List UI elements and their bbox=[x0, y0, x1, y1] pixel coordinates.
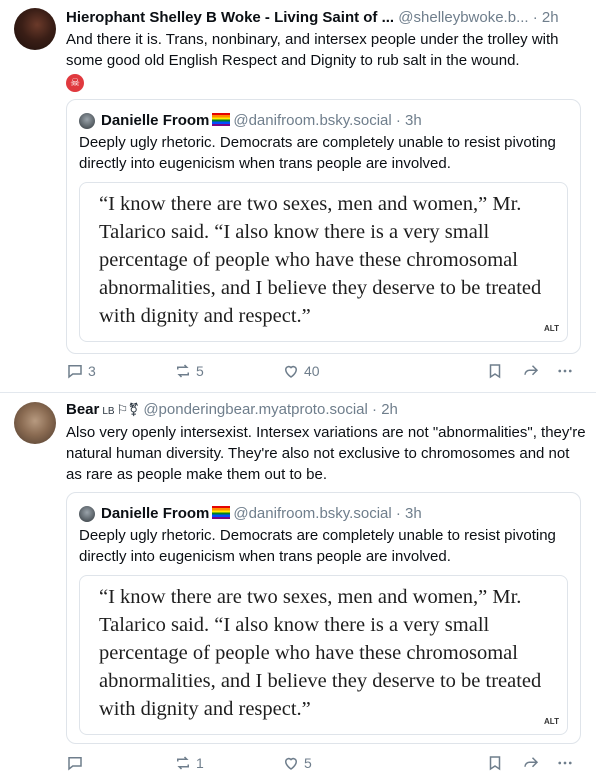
post-time[interactable]: 2h bbox=[381, 401, 398, 418]
separator-dot: · bbox=[372, 401, 378, 418]
rainbow-flag-icon bbox=[212, 113, 231, 126]
author-handle[interactable]: @ponderingbear.myatproto.social bbox=[143, 401, 368, 418]
author-avatar[interactable] bbox=[14, 8, 56, 50]
quote-author-name: Danielle Froom bbox=[101, 112, 210, 129]
alt-badge[interactable]: ALT bbox=[542, 716, 561, 727]
repost-icon bbox=[177, 364, 189, 378]
alt-badge[interactable]: ALT bbox=[542, 323, 561, 334]
quoted-post[interactable]: Danielle Froom @danifroom.bsky.social · 3… bbox=[66, 492, 581, 744]
repost-button[interactable]: 5 bbox=[174, 359, 204, 383]
quote-header: Danielle Froom @danifroom.bsky.social · 3… bbox=[101, 110, 422, 131]
post-header: Bear LB ⚐⚧ @ponderingbear.myatproto.social… bbox=[66, 400, 584, 420]
quote-time: 3h bbox=[405, 112, 422, 129]
separator-dot: · bbox=[532, 9, 538, 26]
share-icon bbox=[524, 757, 539, 768]
bookmark-button[interactable] bbox=[486, 751, 504, 775]
quote-time: 3h bbox=[405, 505, 422, 522]
quote-author-handle: @danifroom.bsky.social bbox=[233, 112, 392, 129]
quote-author-avatar bbox=[79, 113, 95, 129]
rainbow-flag-icon bbox=[212, 506, 231, 519]
devil-emoji-icon: ☠ bbox=[66, 74, 84, 92]
feed-post[interactable]: Bear LB ⚐⚧ @ponderingbear.myatproto.social… bbox=[0, 394, 596, 784]
bookmark-button[interactable] bbox=[486, 359, 504, 383]
repost-button[interactable]: 1 bbox=[174, 751, 204, 775]
repost-count: 5 bbox=[196, 363, 204, 379]
post-header: Hierophant Shelley B Woke - Living Saint… bbox=[66, 8, 584, 28]
author-avatar[interactable] bbox=[14, 402, 56, 444]
bookmark-icon bbox=[489, 364, 501, 379]
quote-image[interactable]: “I know there are two sexes, men and wom… bbox=[79, 575, 568, 735]
feed-post[interactable]: Hierophant Shelley B Woke - Living Saint… bbox=[0, 0, 596, 393]
reply-count: 3 bbox=[88, 363, 96, 379]
repost-count: 1 bbox=[196, 755, 204, 771]
author-badge: LB bbox=[102, 406, 115, 417]
like-count: 5 bbox=[304, 755, 312, 771]
post-actions: 1 5 bbox=[66, 751, 586, 775]
more-options-button[interactable] bbox=[556, 751, 574, 775]
bookmark-icon bbox=[489, 756, 501, 771]
quote-text: Deeply ugly rhetoric. Democrats are comp… bbox=[79, 527, 556, 565]
more-icon bbox=[558, 761, 572, 765]
quote-author-handle: @danifroom.bsky.social bbox=[233, 505, 392, 522]
quoted-post[interactable]: Danielle Froom @danifroom.bsky.social · 3… bbox=[66, 99, 581, 354]
like-icon bbox=[284, 365, 298, 378]
author-name[interactable]: Hierophant Shelley B Woke - Living Saint… bbox=[66, 9, 394, 26]
repost-icon bbox=[177, 756, 189, 770]
post-time[interactable]: 2h bbox=[542, 9, 559, 26]
post-text-content: And there it is. Trans, nonbinary, and i… bbox=[66, 31, 559, 69]
author-handle[interactable]: @shelleybwoke.b... bbox=[398, 9, 528, 26]
quote-image-text: “I know there are two sexes, men and wom… bbox=[99, 193, 542, 327]
share-icon bbox=[524, 365, 539, 376]
separator-dot: · bbox=[395, 112, 401, 129]
reply-icon bbox=[68, 757, 82, 771]
quote-author-name: Danielle Froom bbox=[101, 505, 210, 522]
share-button[interactable] bbox=[522, 751, 540, 775]
like-button[interactable]: 40 bbox=[282, 359, 320, 383]
share-button[interactable] bbox=[522, 359, 540, 383]
reply-icon bbox=[68, 365, 82, 379]
quote-text: Deeply ugly rhetoric. Democrats are comp… bbox=[79, 134, 556, 172]
author-name[interactable]: Bear bbox=[66, 401, 99, 418]
quote-image[interactable]: “I know there are two sexes, men and wom… bbox=[79, 182, 568, 342]
post-divider bbox=[0, 392, 596, 393]
author-flags: ⚐⚧ bbox=[116, 402, 140, 417]
post-text: And there it is. Trans, nonbinary, and i… bbox=[66, 29, 586, 92]
like-button[interactable]: 5 bbox=[282, 751, 312, 775]
like-icon bbox=[284, 757, 298, 770]
separator-dot: · bbox=[395, 505, 401, 522]
post-actions: 3 5 40 bbox=[66, 359, 586, 383]
quote-image-text: “I know there are two sexes, men and wom… bbox=[99, 586, 542, 720]
quote-header: Danielle Froom @danifroom.bsky.social · 3… bbox=[101, 503, 422, 524]
reply-button[interactable] bbox=[66, 751, 88, 775]
like-count: 40 bbox=[304, 363, 320, 379]
more-icon bbox=[558, 369, 572, 373]
more-options-button[interactable] bbox=[556, 359, 574, 383]
reply-button[interactable]: 3 bbox=[66, 359, 96, 383]
quote-author-avatar bbox=[79, 506, 95, 522]
post-text: Also very openly intersexist. Intersex v… bbox=[66, 424, 586, 483]
